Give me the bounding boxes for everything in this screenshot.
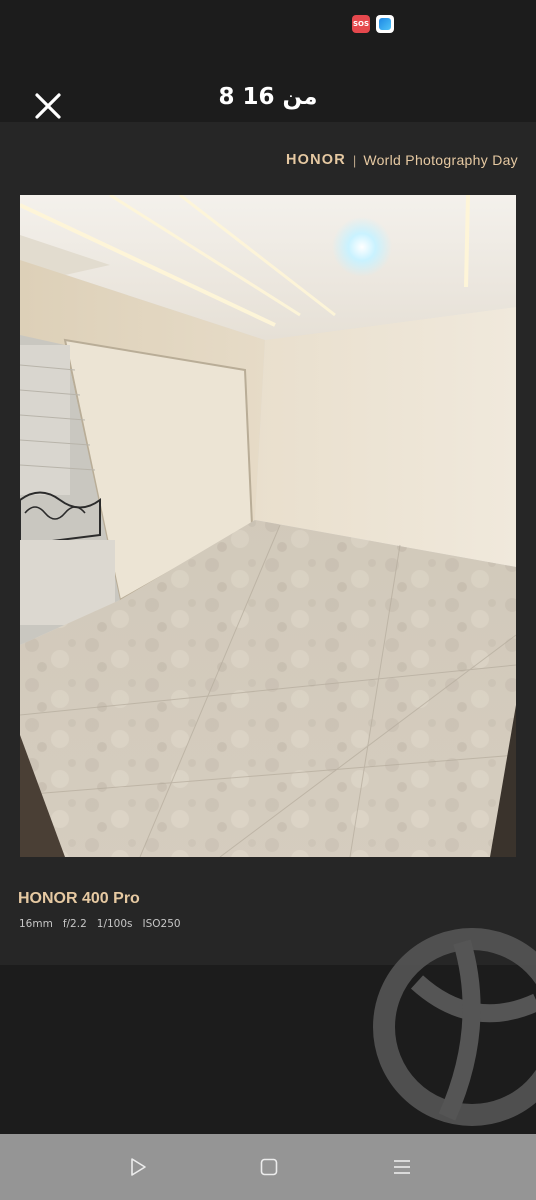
watermark-brand: HONOR	[285, 152, 346, 168]
status-bar: SOS	[0, 0, 536, 48]
exif-focal-length: 16mm	[19, 918, 53, 930]
home-square-icon	[260, 1158, 278, 1176]
recents-menu-icon	[394, 1160, 410, 1174]
back-triangle-icon	[131, 1158, 146, 1176]
exif-aperture: f/2.2	[62, 918, 87, 930]
sos-label: SOS	[352, 20, 370, 28]
exif-info: 16mm f/2.2 1/100s ISO250	[19, 918, 181, 930]
system-nav-bar	[0, 1134, 536, 1200]
image-viewer: HONOR | World Photography Day HONOR 400 …	[0, 122, 536, 965]
back-button[interactable]	[123, 1152, 153, 1182]
close-button[interactable]	[28, 86, 68, 126]
sos-badge: SOS	[352, 15, 370, 33]
photo-watermark: HONOR | World Photography Day	[286, 152, 518, 168]
camera-device-name: HONOR 400 Pro	[18, 890, 140, 907]
watermark-event: World Photography Day	[363, 152, 518, 168]
watermark-separator: |	[352, 152, 357, 168]
image-counter: 8 من 16	[218, 84, 318, 110]
home-button[interactable]	[254, 1152, 284, 1182]
globe-watermark-icon	[373, 928, 536, 1126]
exif-shutter: 1/100s	[96, 918, 133, 930]
listing-photo[interactable]	[20, 195, 516, 857]
close-icon	[35, 93, 61, 119]
viewer-header: 8 من 16	[0, 48, 536, 122]
recents-button[interactable]	[387, 1152, 417, 1182]
exif-iso: ISO250	[142, 918, 181, 930]
app-notification-icon	[376, 15, 394, 33]
